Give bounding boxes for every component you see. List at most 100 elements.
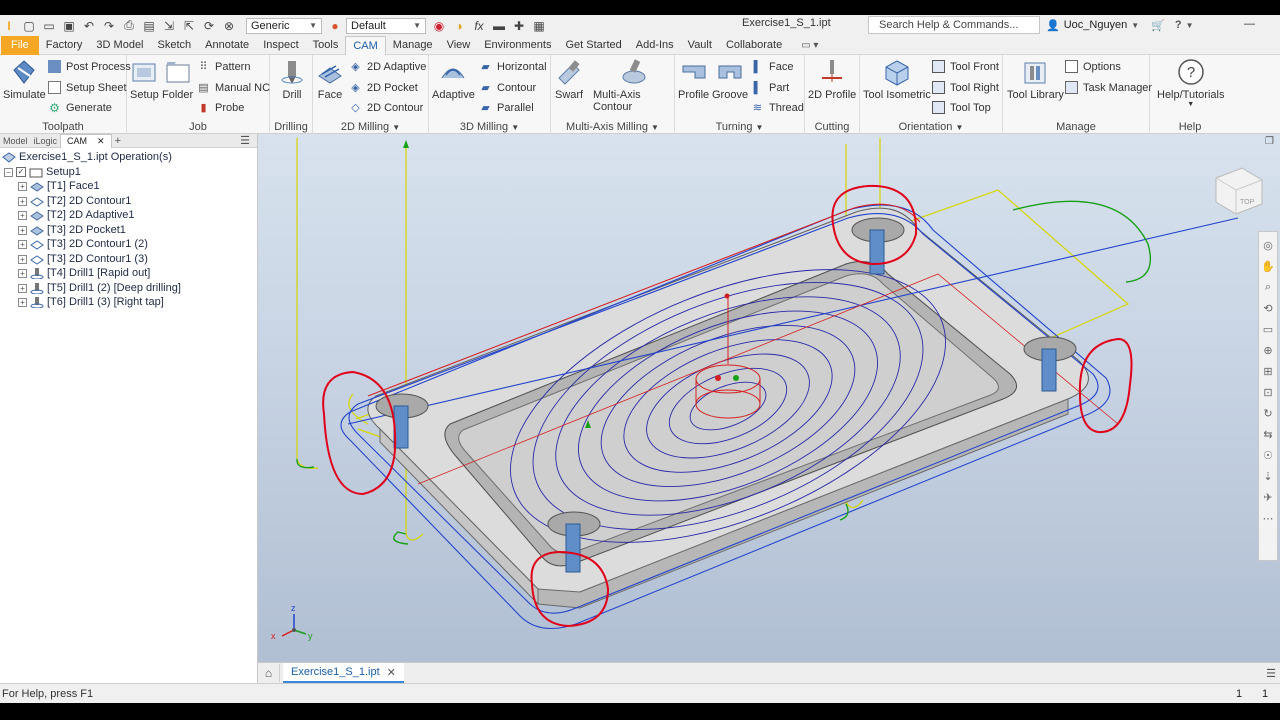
menu-icon[interactable]: ☰ [237, 134, 253, 147]
close-icon[interactable]: ✕ [94, 136, 108, 147]
color-override-icon[interactable]: ◉ [430, 18, 448, 34]
minimize-icon[interactable]: — [1244, 18, 1255, 30]
customize-icon[interactable]: ▦ [530, 18, 548, 34]
tree-op-3[interactable]: + [T2] 2D Adaptive1 [18, 208, 134, 222]
appearance-select[interactable]: Default ▼ [346, 17, 426, 34]
tree-op-2[interactable]: + [T2] 2D Contour1 [18, 194, 131, 208]
measure-icon[interactable]: ⇲ [160, 18, 178, 34]
walk-icon[interactable]: ⇣ [1261, 469, 1275, 483]
expand-icon[interactable]: + [18, 196, 27, 206]
free-orbit-icon[interactable]: ↻ [1261, 406, 1275, 420]
properties-icon[interactable]: ▤ [140, 18, 158, 34]
panel-title-3d-milling[interactable]: 3D Milling ▼ [429, 121, 550, 133]
thread-button[interactable]: ≋ Thread [751, 101, 804, 115]
tree-op-7[interactable]: + [T4] Drill1 [Rapid out] [18, 266, 150, 280]
view-cube[interactable]: TOP [1215, 167, 1263, 215]
graphics-viewport[interactable]: z x y TOP ❐ ◎ ✋ ⌕ ⟲ ▭ ⊕ ⊞ ⊡ ↻ ⇆ ☉ ⇣ ✈ ⋯ [258, 134, 1280, 662]
expand-icon[interactable]: + [18, 210, 27, 220]
home-icon[interactable]: ⌂ [258, 664, 280, 682]
update-icon[interactable]: ⟳ [200, 18, 218, 34]
open-folder-icon[interactable]: ▭ [40, 18, 58, 34]
tool-library-button[interactable]: Tool Library [1007, 58, 1064, 101]
tree-root[interactable]: Exercise1_S_1.ipt Operation(s) [2, 150, 172, 164]
tree-op-1[interactable]: + [T1] Face1 [18, 179, 100, 193]
constrained-orbit-icon[interactable]: ⇆ [1261, 427, 1275, 441]
browser-tab-model[interactable]: Model [0, 136, 31, 146]
tab-menu-icon[interactable]: ☰ [1266, 667, 1276, 680]
steering-wheel-icon[interactable]: ◎ [1261, 238, 1275, 252]
help-tutorials-button[interactable]: ? Help/Tutorials ▼ [1157, 58, 1224, 108]
tab-inspect[interactable]: Inspect [256, 36, 305, 55]
pattern-button[interactable]: ⠿ Pattern [197, 60, 250, 74]
turning-face-button[interactable]: ▌ Face [751, 60, 794, 73]
tree-op-9[interactable]: + [T6] Drill1 (3) [Right tap] [18, 295, 164, 309]
look-at-icon[interactable]: ▭ [1261, 322, 1275, 336]
parameters-icon[interactable]: fx [470, 18, 488, 34]
ruler-icon[interactable]: ▬ [490, 18, 508, 34]
generate-button[interactable]: ⚙ Generate [48, 101, 112, 115]
expand-icon[interactable]: + [18, 254, 27, 264]
tree-op-6[interactable]: + [T3] 2D Contour1 (3) [18, 252, 148, 266]
add-icon[interactable]: ✚ [510, 18, 528, 34]
user-icon[interactable]: 👤 [1046, 19, 1060, 32]
parallel-button[interactable]: ▰ Parallel [479, 101, 533, 115]
expand-icon[interactable]: + [18, 297, 27, 307]
new-file-icon[interactable]: ▢ [20, 18, 38, 34]
tool-right-button[interactable]: Tool Right [932, 81, 999, 94]
expand-icon[interactable]: + [18, 181, 27, 191]
document-tab[interactable]: Exercise1_S_1.ipt ✕ [283, 663, 404, 683]
app-icon[interactable]: I [0, 18, 18, 34]
cart-icon[interactable]: 🛒 [1151, 19, 1165, 32]
tab-3d-model[interactable]: 3D Model [89, 36, 150, 55]
turning-profile-button[interactable]: Profile [678, 58, 709, 101]
navbar-options-icon[interactable]: ⋯ [1261, 511, 1275, 525]
adaptive-button[interactable]: Adaptive [432, 58, 475, 101]
pan-icon[interactable]: ✋ [1261, 259, 1275, 273]
panel-title-2d-milling[interactable]: 2D Milling ▼ [313, 121, 428, 133]
save-icon[interactable]: ▣ [60, 18, 78, 34]
options-button[interactable]: Options [1065, 60, 1121, 73]
chevron-down-icon[interactable]: ▼ [1186, 21, 1194, 30]
2d-pocket-button[interactable]: ◈ 2D Pocket [349, 81, 417, 95]
2d-adaptive-button[interactable]: ◈ 2D Adaptive [349, 60, 426, 74]
fly-icon[interactable]: ✈ [1261, 490, 1275, 504]
chevron-down-icon[interactable]: ▼ [1131, 21, 1139, 30]
select-icon[interactable]: ⇱ [180, 18, 198, 34]
material-icon[interactable]: ⊗ [220, 18, 238, 34]
tab-add-ins[interactable]: Add-Ins [629, 36, 681, 55]
2d-contour-button[interactable]: ◇ 2D Contour [349, 101, 423, 115]
user-name[interactable]: Uoc_Nguyen [1064, 19, 1128, 31]
post-process-button[interactable]: Post Process [48, 60, 131, 73]
drill-button[interactable]: Drill [278, 58, 306, 101]
multi-axis-contour-button[interactable]: Multi-Axis Contour [593, 58, 674, 113]
contour-button[interactable]: ▰ Contour [479, 81, 536, 95]
panel-options-icon[interactable]: ▭ ▾ [801, 40, 818, 51]
swarf-button[interactable]: Swarf [555, 58, 583, 101]
setup-checkbox[interactable]: ✓ [16, 167, 26, 177]
panel-title-orientation[interactable]: Orientation ▼ [860, 121, 1002, 133]
expand-icon[interactable]: + [18, 283, 27, 293]
folder-button[interactable]: Folder [162, 58, 193, 101]
tab-cam[interactable]: CAM [345, 35, 386, 56]
undo-icon[interactable]: ↶ [80, 18, 98, 34]
browser-tab-cam[interactable]: CAM ✕ [60, 133, 112, 148]
tree-setup[interactable]: − ✓ Setup1 [4, 165, 81, 179]
zoom-icon[interactable]: ⌕ [1261, 280, 1275, 294]
collapse-icon[interactable]: − [4, 167, 13, 177]
horizontal-button[interactable]: ▰ Horizontal [479, 60, 546, 74]
face-button[interactable]: Face [316, 58, 344, 101]
task-manager-button[interactable]: Task Manager [1065, 81, 1152, 94]
orbit-icon[interactable]: ⟲ [1261, 301, 1275, 315]
add-tab-icon[interactable]: + [112, 135, 124, 147]
help-icon[interactable]: ? [1175, 19, 1182, 31]
tool-front-button[interactable]: Tool Front [932, 60, 999, 73]
tab-view[interactable]: View [440, 36, 478, 55]
zoom-selected-icon[interactable]: ⊡ [1261, 385, 1275, 399]
setup-button[interactable]: Setup [130, 58, 159, 101]
panel-title-multi-axis[interactable]: Multi-Axis Milling ▼ [551, 121, 674, 133]
redo-icon[interactable]: ↷ [100, 18, 118, 34]
manual-nc-button[interactable]: ▤ Manual NC [197, 81, 270, 95]
tab-factory[interactable]: Factory [39, 36, 90, 55]
tree-op-8[interactable]: + [T5] Drill1 (2) [Deep drilling] [18, 281, 181, 295]
tab-sketch[interactable]: Sketch [151, 36, 199, 55]
